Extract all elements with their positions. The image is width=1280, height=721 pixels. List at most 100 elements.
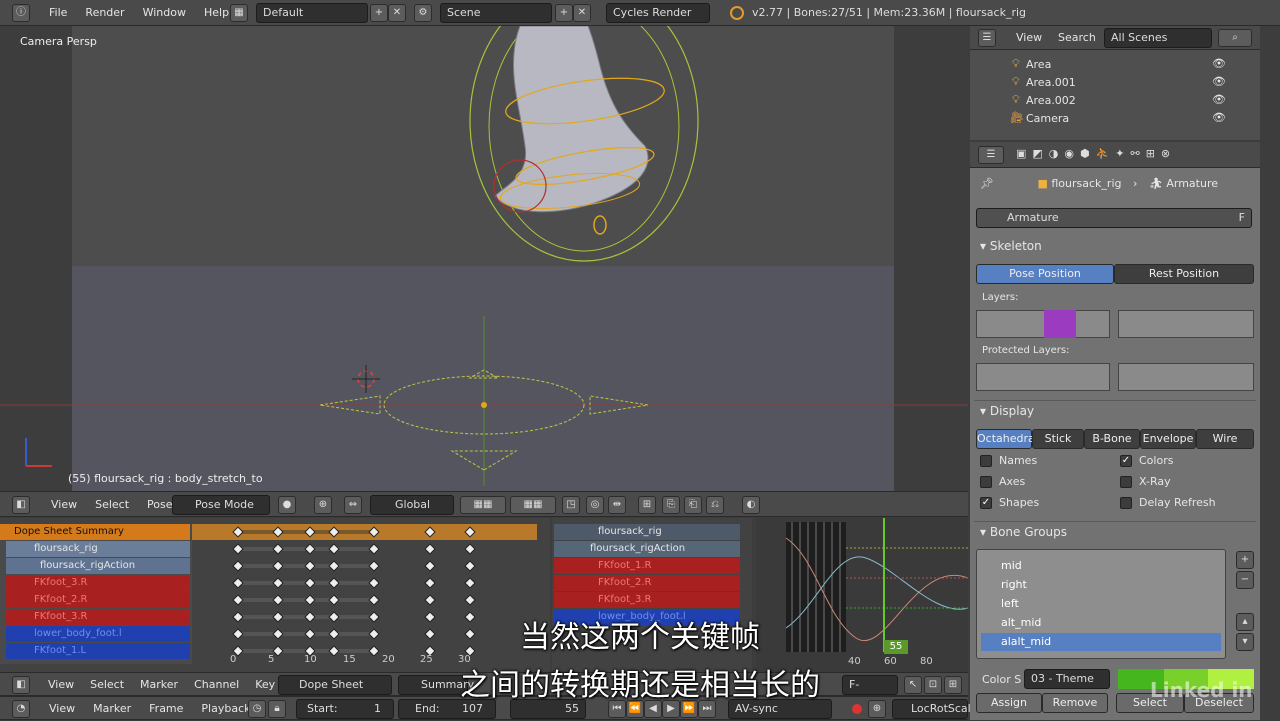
pivot-icon[interactable]: ⊕ xyxy=(314,496,332,514)
watermark-logo: Linked in xyxy=(1150,678,1253,702)
menu-file[interactable]: File xyxy=(40,0,76,26)
rest-position-button[interactable]: Rest Position xyxy=(1114,264,1254,284)
keyframe-marker xyxy=(328,594,340,606)
outliner-item-area[interactable]: 💡︎ Area 👁︎ xyxy=(970,56,1250,74)
shading-icon[interactable]: ● xyxy=(278,496,296,514)
editor-type-icon[interactable]: ◧ xyxy=(12,496,30,514)
record-icon[interactable] xyxy=(852,704,862,714)
layers-icon-2[interactable]: ▦▦ xyxy=(510,496,556,514)
outliner[interactable]: ☰ View Search All Scenes ⌕ 💡︎ Area 👁︎ 💡︎… xyxy=(970,26,1260,140)
names-checkbox[interactable]: Names xyxy=(980,454,1037,467)
info-editor-icon[interactable]: ⓘ xyxy=(12,4,30,22)
display-wire[interactable]: Wire xyxy=(1196,429,1254,449)
channel-action[interactable]: floursack_rigAction xyxy=(6,558,190,574)
xray-checkbox[interactable]: X-Ray xyxy=(1120,475,1171,488)
outliner-view-menu[interactable]: View xyxy=(1016,31,1042,44)
paste-flip-icon[interactable]: ⎌ xyxy=(706,496,724,514)
visibility-eye-icon[interactable]: 👁︎ xyxy=(1212,111,1226,124)
stats-info: v2.77 | Bones:27/51 | Mem:23.36M | flour… xyxy=(752,6,1027,19)
display-bbone[interactable]: B-Bone xyxy=(1084,429,1140,449)
autokey-icon[interactable]: ⊞ xyxy=(638,496,656,514)
outliner-item-camera[interactable]: 🎥︎ Camera 👁︎ xyxy=(970,110,1250,128)
bone-groups-panel-header[interactable]: ▾ Bone Groups xyxy=(974,521,1256,541)
nla-fkfoot-2r[interactable]: FKfoot_2.R xyxy=(554,575,740,591)
snap-icon[interactable]: ◳ xyxy=(562,496,580,514)
nla-fkfoot-3r[interactable]: FKfoot_3.R xyxy=(554,592,740,608)
props-context-tabs[interactable]: ▣◩◑◉⬢⛹✦⚯⊞⊗ xyxy=(1016,147,1216,163)
visibility-eye-icon[interactable]: 👁︎ xyxy=(1212,57,1226,70)
skeleton-panel-header[interactable]: ▾ Skeleton xyxy=(974,236,1256,256)
add-group-icon[interactable]: + xyxy=(1236,551,1254,569)
nla-fkfoot-1r[interactable]: FKfoot_1.R xyxy=(554,558,740,574)
menu-window[interactable]: Window xyxy=(134,0,195,26)
channel-object[interactable]: floursack_rig xyxy=(6,541,190,557)
channel-fkfoot-3r[interactable]: FKfoot_3.R xyxy=(6,575,190,591)
keyframe-marker xyxy=(464,543,476,555)
proportional-icon[interactable]: ◎ xyxy=(586,496,604,514)
checkbox xyxy=(1120,476,1132,488)
search-icon[interactable]: ⌕ xyxy=(1218,29,1252,47)
protected-grid-2[interactable] xyxy=(1118,363,1254,391)
display-stick[interactable]: Stick xyxy=(1032,429,1084,449)
vp-menu-view[interactable]: View xyxy=(42,492,86,518)
active-layer[interactable] xyxy=(1044,310,1076,338)
keyframe-marker xyxy=(232,526,244,538)
lamp-icon: 💡︎ xyxy=(1012,75,1020,88)
bone-group-right[interactable]: right xyxy=(981,576,1221,594)
scene-add-icon[interactable]: + xyxy=(555,4,573,22)
layout-select[interactable]: Default xyxy=(256,3,368,23)
delay-refresh-checkbox[interactable]: Delay Refresh xyxy=(1120,496,1216,509)
layout-icon[interactable]: ▦ xyxy=(230,4,248,22)
vp-menu-select[interactable]: Select xyxy=(86,492,138,518)
layer-grid-1[interactable] xyxy=(976,310,1110,338)
scene-select[interactable]: Scene xyxy=(440,3,552,23)
copy-pose-icon[interactable]: ⎘ xyxy=(662,496,680,514)
visibility-eye-icon[interactable]: 👁︎ xyxy=(1212,93,1226,106)
pose-position-button[interactable]: Pose Position xyxy=(976,264,1114,284)
keyframe-marker xyxy=(272,526,284,538)
bone-group-mid[interactable]: mid xyxy=(981,557,1221,575)
protected-grid-1[interactable] xyxy=(976,363,1110,391)
outliner-editor-icon[interactable]: ☰ xyxy=(978,29,996,47)
outliner-filter-select[interactable]: All Scenes xyxy=(1104,28,1212,48)
scene-icon[interactable]: ⚙ xyxy=(414,4,432,22)
scene-close-icon[interactable]: ✕ xyxy=(573,4,591,22)
layers-label: Layers: xyxy=(982,292,1019,303)
keyframe-marker xyxy=(368,526,380,538)
nla-object[interactable]: floursack_rig xyxy=(554,524,740,540)
paste-pose-icon[interactable]: ⎗ xyxy=(684,496,702,514)
shapes-checkbox[interactable]: ✓ Shapes xyxy=(980,496,1039,509)
pin-icon[interactable]: 📌︎ xyxy=(980,177,994,190)
channel-summary[interactable]: Dope Sheet Summary xyxy=(0,524,190,540)
axes-checkbox[interactable]: Axes xyxy=(980,475,1025,488)
nla-action[interactable]: floursack_rigAction xyxy=(554,541,740,557)
props-editor-icon[interactable]: ☰ xyxy=(978,146,1004,164)
mode-select[interactable]: Pose Mode xyxy=(172,495,270,515)
visibility-eye-icon[interactable]: 👁︎ xyxy=(1212,75,1226,88)
colors-checkbox[interactable]: ✓ Colors xyxy=(1120,454,1173,467)
display-octahedral[interactable]: Octahedral xyxy=(976,429,1038,449)
outliner-item-area001[interactable]: 💡︎ Area.001 👁︎ xyxy=(970,74,1250,92)
render-icon[interactable]: ◐ xyxy=(742,496,760,514)
bone-group-left[interactable]: left xyxy=(981,595,1221,613)
channel-fkfoot-2r[interactable]: FKfoot_2.R xyxy=(6,592,190,608)
3d-viewport[interactable]: Camera Persp (55) floursack_rig : body_s… xyxy=(0,26,968,491)
menu-render[interactable]: Render xyxy=(76,0,133,26)
outliner-search-menu[interactable]: Search xyxy=(1058,31,1096,44)
manipulator-icon[interactable]: ⇔ xyxy=(344,496,362,514)
armature-datablock[interactable]: Armature F xyxy=(976,208,1252,228)
outliner-item-area002[interactable]: 💡︎ Area.002 👁︎ xyxy=(970,92,1250,110)
display-envelope[interactable]: Envelope xyxy=(1140,429,1196,449)
render-engine-select[interactable]: Cycles Render xyxy=(606,3,710,23)
keyframe-marker xyxy=(232,560,244,572)
keyframe-marker xyxy=(464,577,476,589)
display-panel-header[interactable]: ▾ Display xyxy=(974,400,1256,420)
orientation-select[interactable]: Global xyxy=(370,495,454,515)
remove-group-icon[interactable]: − xyxy=(1236,571,1254,589)
layout-close-icon[interactable]: ✕ xyxy=(388,4,406,22)
keyframe-marker xyxy=(328,543,340,555)
layout-add-icon[interactable]: + xyxy=(370,4,388,22)
layer-grid-2[interactable] xyxy=(1118,310,1254,338)
mirror-icon[interactable]: ⇹ xyxy=(608,496,626,514)
layers-icon[interactable]: ▦▦ xyxy=(460,496,506,514)
